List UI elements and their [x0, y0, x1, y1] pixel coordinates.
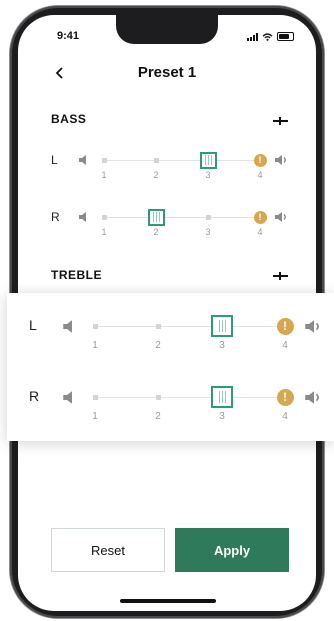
bass-section-title: BASS	[51, 112, 87, 126]
speaker-high-icon	[275, 212, 286, 222]
treble-l-channel-label: L	[29, 317, 37, 334]
bass-r-slider-thumb[interactable]	[147, 208, 165, 226]
home-indicator	[120, 599, 216, 603]
speaker-high-icon	[305, 319, 319, 333]
page-title: Preset 1	[137, 64, 197, 81]
bass-l-tick-label: 1	[101, 170, 107, 180]
apply-button[interactable]: Apply	[175, 528, 289, 572]
treble-l-tick-label: 3	[219, 340, 225, 351]
warning-icon: !	[276, 317, 294, 335]
wifi-icon	[262, 32, 273, 41]
treble-r-tick-label: 1	[92, 411, 98, 422]
treble-r-tick-label: 2	[155, 411, 161, 422]
treble-r-step-dot[interactable]	[155, 394, 161, 400]
treble-l-slider-thumb[interactable]	[211, 315, 233, 337]
treble-eq-popup: L 1 2 3 4! R 1 2 3 4!	[7, 293, 334, 441]
status-icons	[247, 32, 294, 41]
speaker-high-icon	[275, 155, 286, 165]
bass-l-tick-label: 2	[153, 170, 159, 180]
status-time: 9:41	[57, 30, 80, 42]
battery-icon	[277, 32, 294, 41]
treble-l-step-dot[interactable]	[155, 323, 161, 329]
bass-r-step-dot[interactable]	[101, 214, 107, 220]
bass-l-channel-label: L	[51, 152, 58, 167]
treble-r-channel-label: R	[29, 388, 40, 405]
speaker-low-icon	[63, 319, 72, 333]
warning-icon: !	[276, 388, 294, 406]
treble-l-tick-label: 1	[92, 340, 98, 351]
bass-r-channel-label: R	[51, 209, 60, 224]
signal-icon	[247, 32, 258, 41]
treble-r-slider-track[interactable]	[95, 397, 285, 398]
treble-r-step-dot[interactable]	[92, 394, 98, 400]
speaker-low-icon	[63, 390, 72, 404]
treble-r-tick-label: 3	[219, 411, 225, 422]
bass-r-tick-label: 2	[153, 227, 159, 237]
bass-r-tick-label: 1	[101, 227, 107, 237]
treble-r-tick-label: 4	[282, 411, 288, 422]
bass-r-tick-label: 4	[257, 227, 263, 237]
speaker-high-icon	[305, 390, 319, 404]
notch	[116, 15, 218, 44]
warning-icon: !	[253, 153, 267, 167]
warning-icon: !	[253, 210, 267, 224]
bass-collapse-icon[interactable]	[273, 117, 288, 125]
speaker-low-icon	[79, 155, 86, 165]
bass-l-tick-label: 3	[205, 170, 211, 180]
bass-r-slider-track[interactable]	[104, 217, 260, 218]
treble-collapse-icon[interactable]	[273, 272, 288, 280]
bass-l-step-dot[interactable]	[153, 157, 159, 163]
bass-l-step-dot[interactable]	[101, 157, 107, 163]
reset-button[interactable]: Reset	[51, 528, 165, 572]
bass-r-tick-label: 3	[205, 227, 211, 237]
treble-l-tick-label: 4	[282, 340, 288, 351]
bass-l-slider-track[interactable]	[104, 160, 260, 161]
bass-l-slider-thumb[interactable]	[199, 151, 217, 169]
treble-l-slider-track[interactable]	[95, 326, 285, 327]
treble-section-title: TREBLE	[51, 268, 102, 282]
bass-l-tick-label: 4	[257, 170, 263, 180]
treble-r-slider-thumb[interactable]	[211, 386, 233, 408]
treble-l-tick-label: 2	[155, 340, 161, 351]
speaker-low-icon	[79, 212, 86, 222]
treble-l-step-dot[interactable]	[92, 323, 98, 329]
bass-r-step-dot[interactable]	[205, 214, 211, 220]
